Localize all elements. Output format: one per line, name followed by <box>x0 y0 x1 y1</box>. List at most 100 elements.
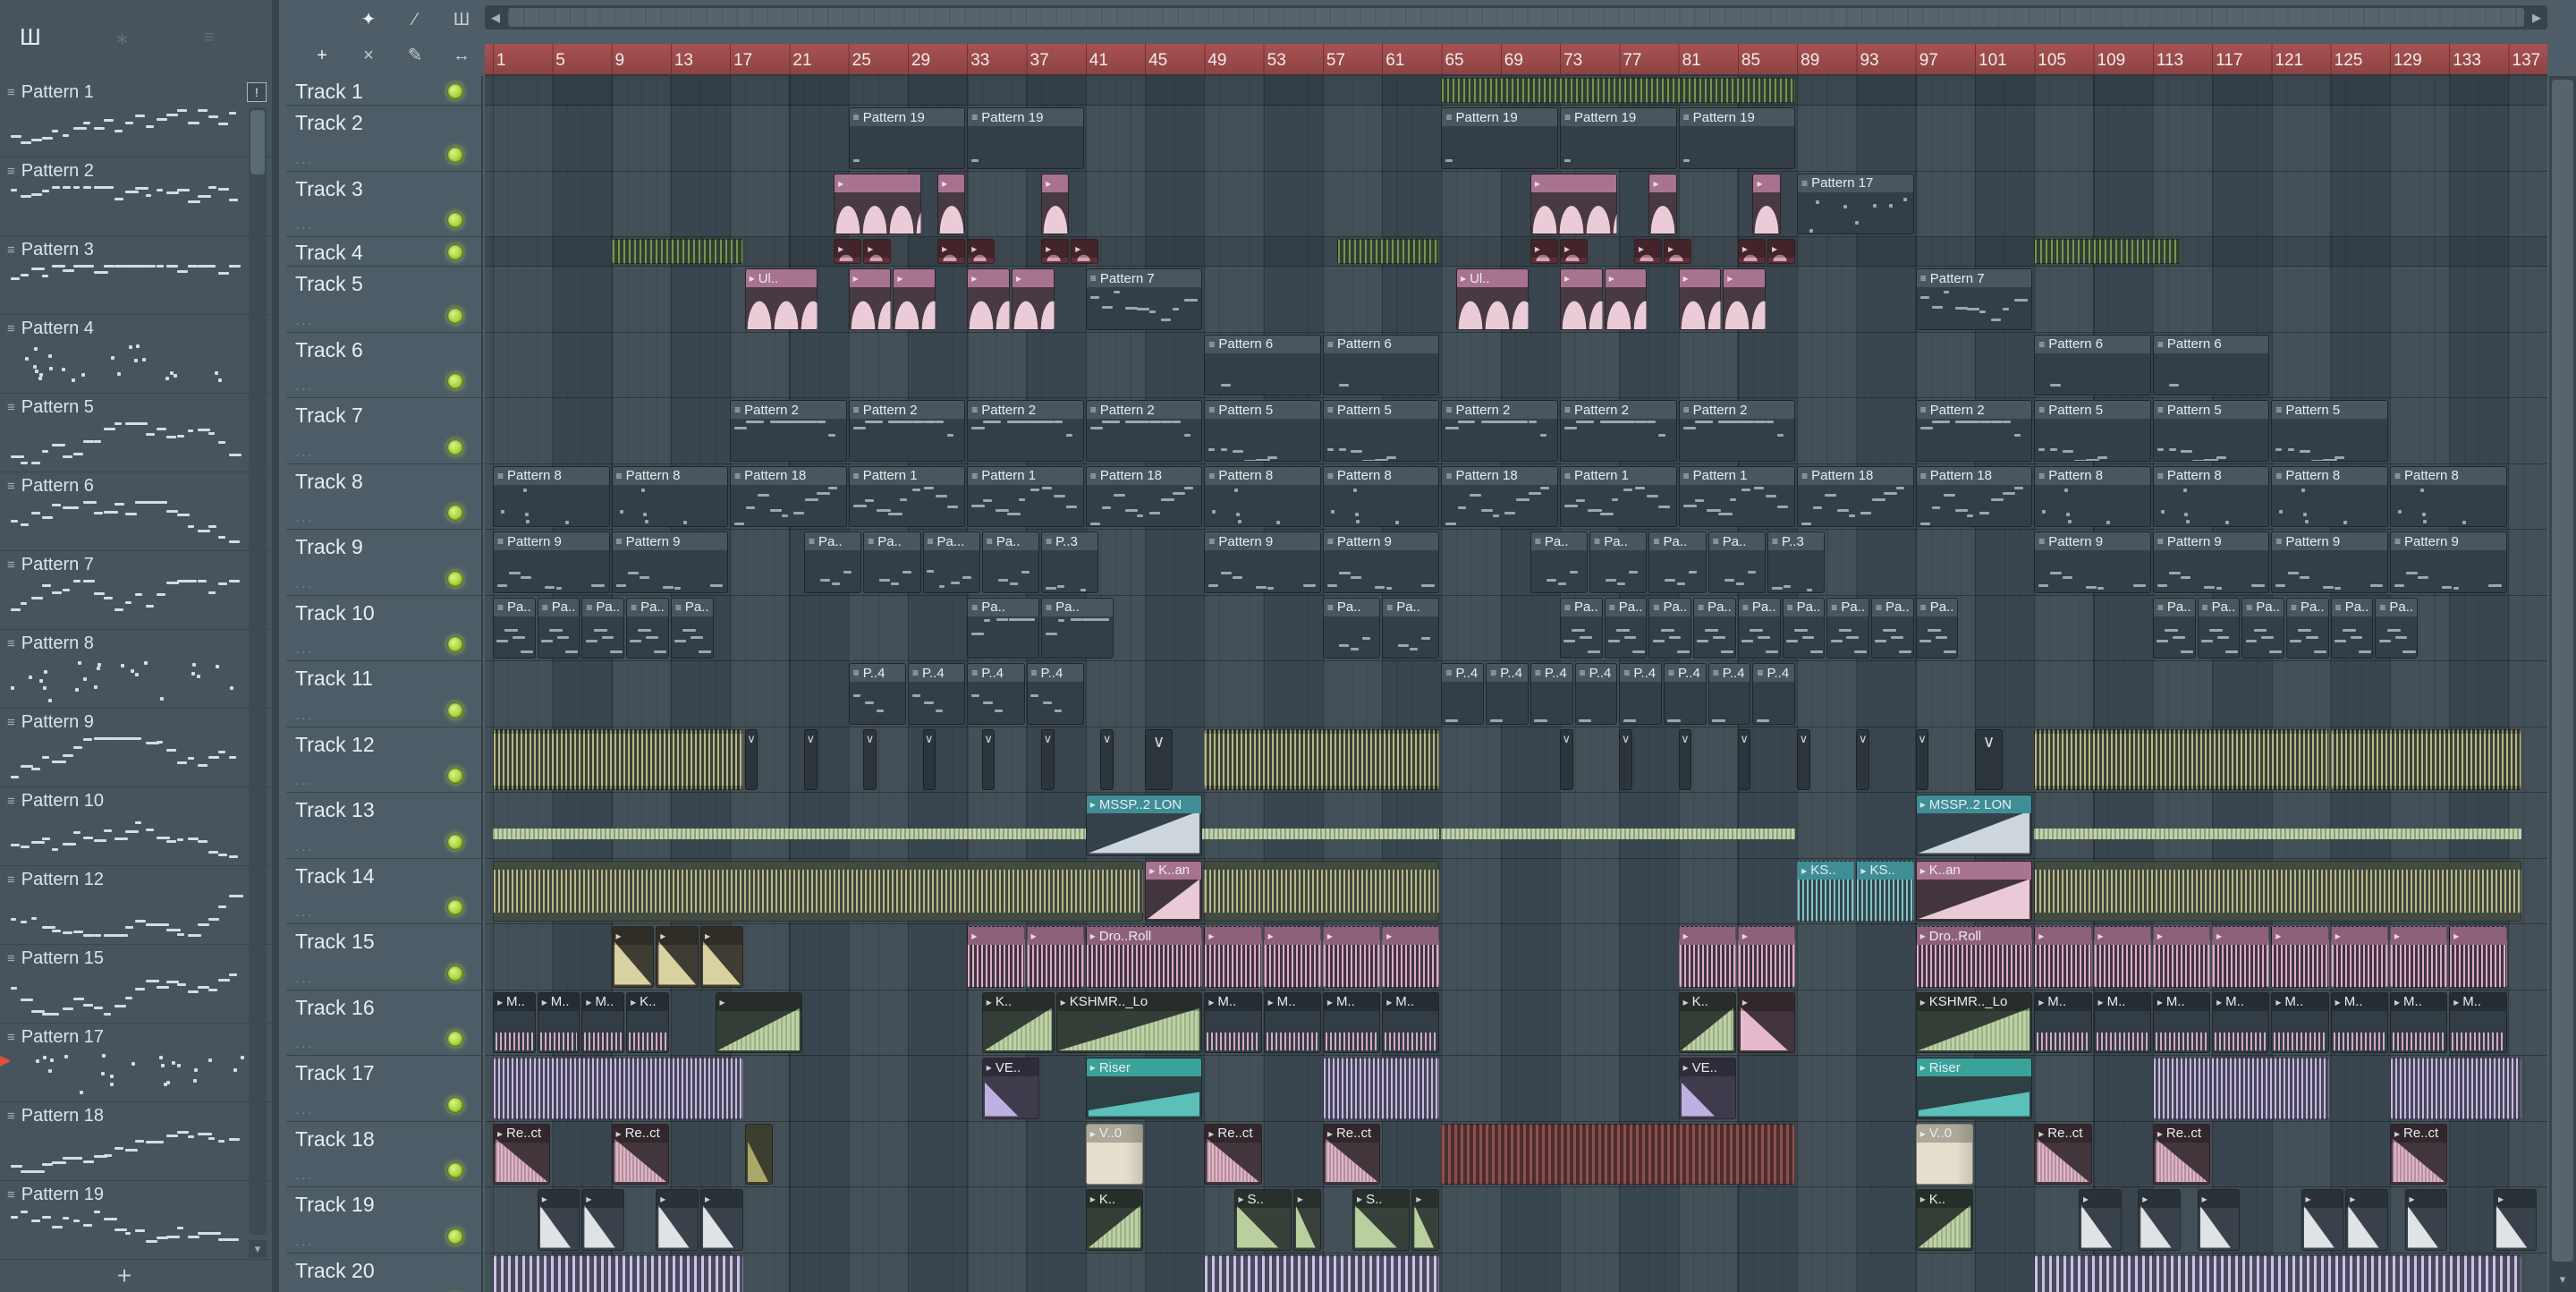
clip-pattern-2[interactable]: ≡ Pattern 2 <box>730 400 847 462</box>
scroll-right-button[interactable]: ▶ <box>2526 5 2547 30</box>
track-lane-4[interactable] <box>485 237 2547 267</box>
track-resize-grip[interactable]: ··· <box>295 1237 314 1252</box>
sparkle-icon[interactable]: ∗ <box>114 28 130 50</box>
clip-kickpink[interactable]: ▸ <box>1648 173 1677 234</box>
clip-ve-[interactable]: ▸ VE.. <box>1678 1058 1736 1119</box>
clip-re-ct[interactable]: ▸ Re..ct <box>2152 1123 2211 1185</box>
clip-m-[interactable]: ▸ M.. <box>1322 991 1381 1053</box>
clip-pa-[interactable]: ≡ Pa.. <box>981 531 1040 593</box>
clip-m-[interactable]: ▸ M.. <box>2093 991 2151 1053</box>
clip-chevron[interactable]: ∨ <box>922 728 936 790</box>
clip-crashfade[interactable]: ▸ <box>611 926 655 988</box>
clip-waveolive[interactable] <box>2330 728 2522 790</box>
clip-impactgreen[interactable]: ▸ <box>1292 1189 1321 1251</box>
clip-wavepink[interactable]: ▸ <box>1204 926 1262 988</box>
playlist-grid[interactable]: ≡ Pattern 19 ≡ Pattern 19 ≡ Pattern 19 ≡ Patter… <box>485 76 2547 1292</box>
clip-m-[interactable]: ▸ M.. <box>493 991 536 1053</box>
clip-k-[interactable]: ▸ K.. <box>1085 1189 1144 1251</box>
clip-pattern-8[interactable]: ≡ Pattern 8 <box>2271 465 2388 527</box>
clip-re-ct[interactable]: ▸ Re..ct <box>1204 1123 1262 1185</box>
clip-pattern-17[interactable]: ≡ Pattern 17 <box>1797 173 1914 234</box>
clip-pattern-9[interactable]: ≡ Pattern 9 <box>1204 531 1321 593</box>
clip-impact[interactable]: ▸ <box>2197 1189 2241 1251</box>
clip-chevron[interactable]: ∨ <box>1678 728 1692 790</box>
clip-stripesmaroon[interactable] <box>1441 1123 1796 1185</box>
clip-pa-[interactable]: ≡ Pa... <box>922 531 980 593</box>
clip-pa-[interactable]: ≡ Pa.. <box>1707 531 1766 593</box>
clip-p-3[interactable]: ≡ P..3 <box>1767 531 1826 593</box>
mute-led[interactable] <box>447 307 463 324</box>
clip-chevron[interactable]: ∨ <box>1100 728 1114 790</box>
clip-re-ct[interactable]: ▸ Re..ct <box>493 1123 551 1185</box>
pattern-item-6[interactable]: ≡ Pattern 6 <box>0 472 272 551</box>
clip-m-[interactable]: ▸ M.. <box>1382 991 1440 1053</box>
clip-dro-roll[interactable]: ▸ Dro..Roll <box>1915 926 2033 988</box>
clip-pattern-9[interactable]: ≡ Pattern 9 <box>2271 531 2388 593</box>
clip-pa-[interactable]: ≡ Pa.. <box>803 531 862 593</box>
track-header-18[interactable]: Track 18 ··· <box>286 1122 481 1187</box>
track-resize-grip[interactable]: ··· <box>295 1105 314 1120</box>
clip-impact[interactable]: ▸ <box>2493 1189 2537 1251</box>
track-header-17[interactable]: Track 17 ··· <box>286 1056 481 1122</box>
clip-pattern-2[interactable]: ≡ Pattern 2 <box>967 400 1084 462</box>
clip-chevron[interactable]: ∨ <box>1560 728 1573 790</box>
clip-chevron[interactable]: ∨ <box>1856 728 1869 790</box>
clip-m-[interactable]: ▸ M.. <box>537 991 580 1053</box>
track-resize-grip[interactable]: ··· <box>295 644 314 659</box>
track-resize-grip[interactable]: ··· <box>295 973 314 989</box>
clip-wavepink[interactable]: ▸ <box>2271 926 2329 988</box>
clip-k-[interactable]: ▸ K.. <box>1915 1189 1973 1251</box>
track-resize-grip[interactable]: ··· <box>295 579 314 594</box>
clip-waveolivemid[interactable] <box>1204 860 1440 922</box>
clip-pattern-6[interactable]: ≡ Pattern 6 <box>2034 334 2151 395</box>
clip-stripesgreen[interactable] <box>2034 239 2181 264</box>
track-header-4[interactable]: Track 4 <box>286 237 481 267</box>
clip-pattern-7[interactable]: ≡ Pattern 7 <box>1085 268 1203 330</box>
track-resize-grip[interactable]: ··· <box>295 842 314 857</box>
pattern-item-1[interactable]: ≡ Pattern 1 <box>0 79 272 157</box>
clip-pa-[interactable]: ≡ Pa.. <box>2330 597 2374 659</box>
clip-m-[interactable]: ▸ M.. <box>1263 991 1321 1053</box>
clip-waveolive[interactable] <box>1204 728 1440 790</box>
clip-ul-[interactable]: ▸ Ul.. <box>1456 268 1529 330</box>
stretch-icon[interactable]: ↔ <box>447 41 476 70</box>
clip-m-[interactable]: ▸ M.. <box>1204 991 1262 1053</box>
clip-pa-[interactable]: ≡ Pa.. <box>1382 597 1440 659</box>
clip-crashfade[interactable]: ▸ <box>656 926 699 988</box>
clip-pa-[interactable]: ≡ Pa.. <box>2375 597 2419 659</box>
clip-stripesgreen[interactable] <box>611 239 743 264</box>
clip-wavepink[interactable]: ▸ <box>1737 926 1796 988</box>
pattern-item-13[interactable]: ≡ Pattern 17 <box>0 1024 272 1102</box>
clip-p-3[interactable]: ≡ P..3 <box>1041 531 1099 593</box>
clip-impact[interactable]: ▸ <box>2138 1189 2181 1251</box>
clip-pa-[interactable]: ≡ Pa.. <box>1693 597 1736 659</box>
clip-pa-[interactable]: ≡ Pa.. <box>1589 531 1648 593</box>
mute-led[interactable] <box>447 438 463 455</box>
pattern-item-9[interactable]: ≡ Pattern 9 <box>0 709 272 787</box>
clip-m-[interactable]: ▸ M.. <box>2330 991 2388 1053</box>
clip-p-4[interactable]: ≡ P..4 <box>1530 663 1573 725</box>
track-header-9[interactable]: Track 9 ··· <box>286 530 481 596</box>
clip-s-[interactable]: ▸ S.. <box>1233 1189 1292 1251</box>
clip-pattern-2[interactable]: ≡ Pattern 2 <box>1915 400 2033 462</box>
track-lane-13[interactable] <box>485 793 2547 859</box>
clip-chevron[interactable]: ∨ <box>863 728 877 790</box>
clip-wavepink[interactable]: ▸ <box>1322 926 1381 988</box>
clip-kshmr-lo[interactable]: ▸ KSHMR.._Lo <box>1915 991 2033 1053</box>
clip-kickpink[interactable]: ▸ <box>1723 268 1766 330</box>
clip-impact[interactable]: ▸ <box>2078 1189 2122 1251</box>
mute-led[interactable] <box>447 965 463 982</box>
clip-riser[interactable]: ▸ Riser <box>1085 1058 1203 1119</box>
track-resize-grip[interactable]: ··· <box>295 447 314 463</box>
mute-led[interactable] <box>447 899 463 915</box>
clip-pa-[interactable]: ≡ Pa.. <box>1871 597 1914 659</box>
clip-wavepink[interactable]: ▸ <box>1263 926 1321 988</box>
clip-p-4[interactable]: ≡ P..4 <box>967 663 1025 725</box>
pattern-list-scrollbar[interactable] <box>249 107 267 1235</box>
clip-pa-[interactable]: ≡ Pa.. <box>1737 597 1781 659</box>
clip-m-[interactable]: ▸ M.. <box>2152 991 2211 1053</box>
clip-pattern-7[interactable]: ≡ Pattern 7 <box>1915 268 2033 330</box>
clip-pattern-18[interactable]: ≡ Pattern 18 <box>1915 465 2033 527</box>
clip-m-[interactable]: ▸ M.. <box>2212 991 2270 1053</box>
clip-tinymaroon[interactable]: ▸ <box>1664 239 1692 264</box>
